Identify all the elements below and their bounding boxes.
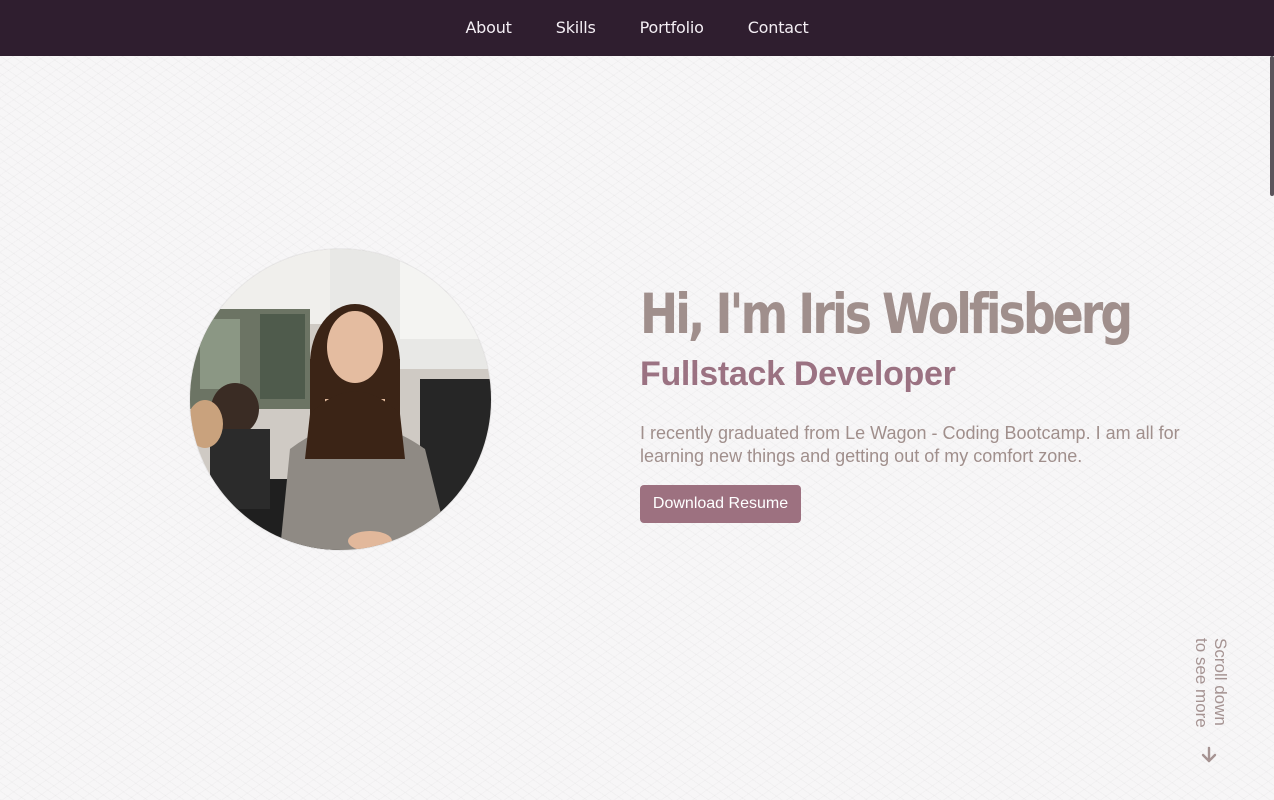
hero-subtitle: Fullstack Developer bbox=[640, 355, 956, 393]
scrollbar[interactable] bbox=[1270, 56, 1274, 196]
hero-description: I recently graduated from Le Wagon - Cod… bbox=[640, 423, 1180, 466]
nav-link-about[interactable]: About bbox=[443, 0, 533, 56]
navbar: About Skills Portfolio Contact bbox=[0, 0, 1274, 56]
download-resume-button[interactable]: Download Resume bbox=[640, 485, 801, 523]
nav-link-portfolio[interactable]: Portfolio bbox=[618, 0, 726, 56]
scroll-down-hint[interactable]: Scroll down to see more bbox=[1186, 638, 1230, 768]
hero-title: Hi, I'm Iris Wolfisberg bbox=[640, 282, 1133, 346]
profile-photo bbox=[190, 249, 491, 550]
nav-link-skills[interactable]: Skills bbox=[534, 0, 618, 56]
arrow-down-icon bbox=[1201, 746, 1217, 763]
nav-link-contact[interactable]: Contact bbox=[726, 0, 831, 56]
